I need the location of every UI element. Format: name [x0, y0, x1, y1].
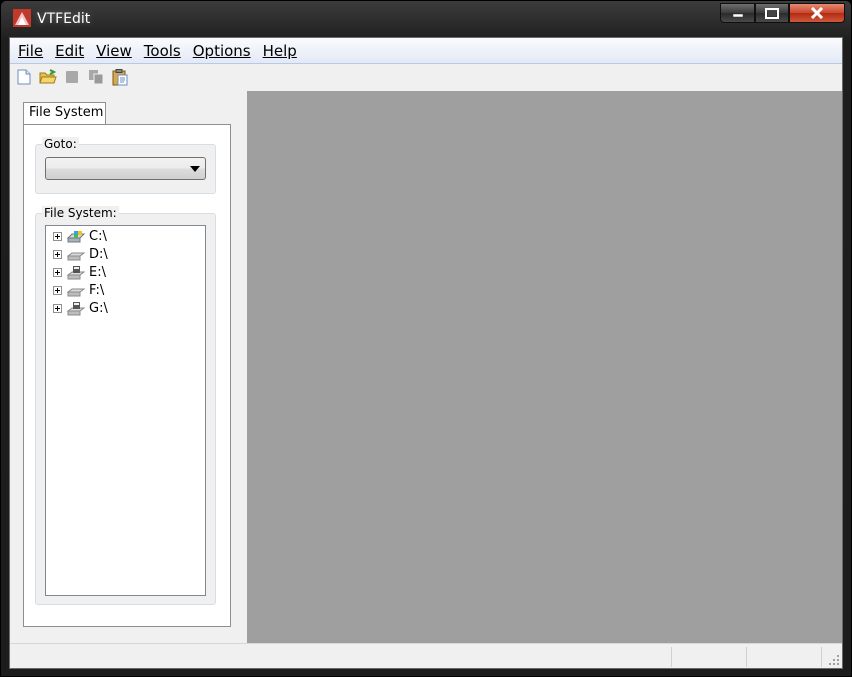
- menu-view-label: View: [96, 41, 132, 60]
- drive-tree[interactable]: C:\ D:\ E:\ F:\ G:\: [45, 225, 206, 596]
- window-title: VTFEdit: [37, 11, 91, 27]
- expand-icon[interactable]: [53, 286, 62, 295]
- minimize-icon: [732, 13, 743, 17]
- resize-grip-icon[interactable]: [828, 654, 840, 666]
- menu-bar: File Edit View Tools Options Help: [10, 38, 842, 64]
- maximize-button[interactable]: [755, 3, 789, 23]
- vtfedit-app-icon: [13, 9, 31, 27]
- menu-options-label: Options: [192, 41, 251, 60]
- status-separator: [821, 647, 822, 667]
- drive-label-c: C:\: [89, 229, 107, 244]
- optical-drive-icon: [67, 266, 85, 280]
- new-file-icon: [17, 69, 31, 85]
- menu-help[interactable]: Help: [257, 42, 303, 60]
- open-folder-icon: [39, 69, 57, 84]
- tab-file-system[interactable]: File System: [23, 102, 106, 124]
- paste-icon: [112, 68, 128, 85]
- menu-edit-label: Edit: [55, 41, 85, 60]
- tab-file-system-label: File System: [29, 105, 104, 120]
- tree-node-g[interactable]: G:\: [46, 300, 196, 318]
- menu-options[interactable]: Options: [187, 42, 257, 60]
- menu-file[interactable]: File: [12, 42, 49, 60]
- menu-tools[interactable]: Tools: [138, 42, 187, 60]
- menu-file-label: File: [18, 41, 44, 60]
- drive-label-f: F:\: [89, 283, 105, 298]
- menu-help-label: Help: [262, 41, 297, 60]
- save-icon: [66, 71, 78, 83]
- expand-icon[interactable]: [53, 268, 62, 277]
- open-button[interactable]: [39, 68, 57, 86]
- new-button[interactable]: [15, 68, 33, 86]
- menu-tools-label: Tools: [143, 41, 181, 60]
- system-drive-icon: [67, 231, 85, 243]
- goto-label: Goto:: [42, 137, 79, 151]
- copy-icon: [89, 70, 104, 85]
- texture-workspace[interactable]: [247, 91, 842, 643]
- expand-icon[interactable]: [53, 250, 62, 259]
- status-separator: [671, 647, 672, 667]
- tree-node-e[interactable]: E:\: [46, 264, 196, 282]
- app-window: VTFEdit File Edit View Tools Options Hel…: [0, 0, 852, 677]
- close-icon: [810, 7, 824, 19]
- toolbar: [10, 64, 842, 90]
- minimize-button[interactable]: [720, 3, 755, 23]
- chevron-down-icon: [190, 166, 200, 172]
- client-area: File Edit View Tools Options Help File S…: [9, 37, 843, 669]
- file-system-label: File System:: [42, 206, 119, 220]
- tree-node-d[interactable]: D:\: [46, 246, 196, 264]
- status-separator: [746, 647, 747, 667]
- copy-button[interactable]: [87, 68, 105, 86]
- caption-buttons: [720, 3, 845, 25]
- menu-view[interactable]: View: [90, 42, 138, 60]
- status-bar: [10, 643, 842, 668]
- goto-dropdown[interactable]: [45, 157, 206, 180]
- tree-node-c[interactable]: C:\: [46, 228, 196, 246]
- drive-label-g: G:\: [89, 301, 108, 316]
- close-button[interactable]: [789, 3, 845, 23]
- expand-icon[interactable]: [53, 232, 62, 241]
- drive-label-d: D:\: [89, 247, 108, 262]
- optical-drive-icon: [67, 302, 85, 316]
- title-bar[interactable]: VTFEdit: [1, 1, 851, 37]
- save-button[interactable]: [63, 68, 81, 86]
- menu-edit[interactable]: Edit: [49, 42, 90, 60]
- paste-button[interactable]: [111, 68, 129, 86]
- drive-label-e: E:\: [89, 265, 106, 280]
- removable-drive-icon: [67, 288, 85, 297]
- maximize-icon: [765, 7, 779, 19]
- expand-icon[interactable]: [53, 304, 62, 313]
- tree-node-f[interactable]: F:\: [46, 282, 196, 300]
- removable-drive-icon: [67, 252, 85, 261]
